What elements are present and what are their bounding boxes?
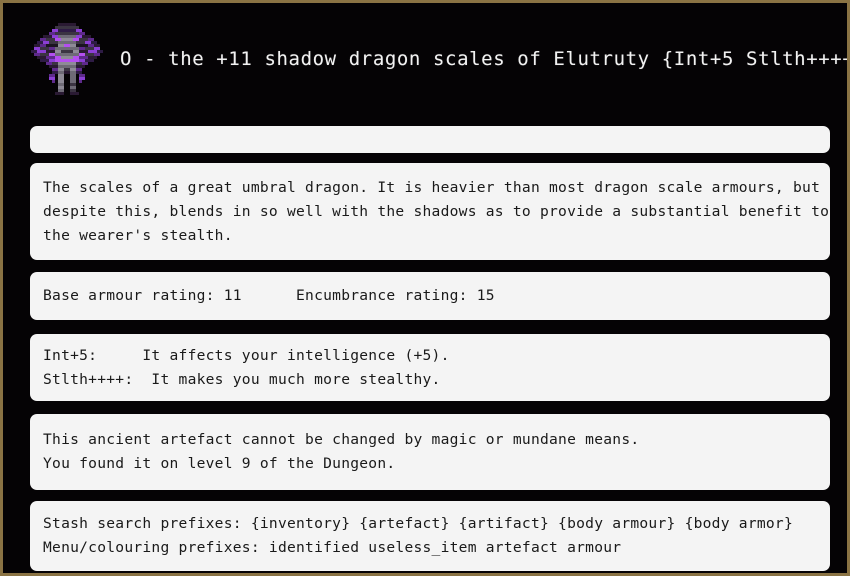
effect-line-int: Int+5: It affects your intelligence (+5)… — [43, 346, 450, 364]
shadow-dragon-scales-sprite — [31, 23, 103, 95]
item-header: O - the +11 shadow dragon scales of Elut… — [3, 3, 847, 115]
description-panel: The scales of a great umbral dragon. It … — [30, 163, 830, 260]
stash-search-prefixes-line: Stash search prefixes: {inventory} {arte… — [43, 515, 794, 532]
effects-panel: Int+5: It affects your intelligence (+5)… — [30, 334, 830, 401]
item-description-screen: O - the +11 shadow dragon scales of Elut… — [0, 0, 850, 576]
item-sprite-container — [28, 17, 106, 101]
menu-colouring-prefixes-line: Menu/colouring prefixes: identified usel… — [43, 539, 622, 556]
blank-spacer-panel — [30, 126, 830, 153]
found-on-level-line: You found it on level 9 of the Dungeon. — [43, 455, 396, 472]
effect-line-stealth: Stlth++++: It makes you much more stealt… — [43, 370, 441, 388]
artefact-immutable-line: This ancient artefact cannot be changed … — [43, 431, 640, 448]
prefixes-panel: Stash search prefixes: {inventory} {arte… — [30, 501, 830, 571]
armour-encumbrance-line: Base armour rating: 11 Encumbrance ratin… — [43, 287, 495, 304]
stats-panel: Base armour rating: 11 Encumbrance ratin… — [30, 272, 830, 320]
description-line-1: The scales of a great umbral dragon. It … — [43, 178, 821, 196]
item-title: O - the +11 shadow dragon scales of Elut… — [120, 48, 850, 70]
description-line-2: despite this, blends in so well with the… — [43, 202, 830, 220]
description-line-3: the wearer's stealth. — [43, 226, 233, 244]
origin-panel: This ancient artefact cannot be changed … — [30, 414, 830, 490]
